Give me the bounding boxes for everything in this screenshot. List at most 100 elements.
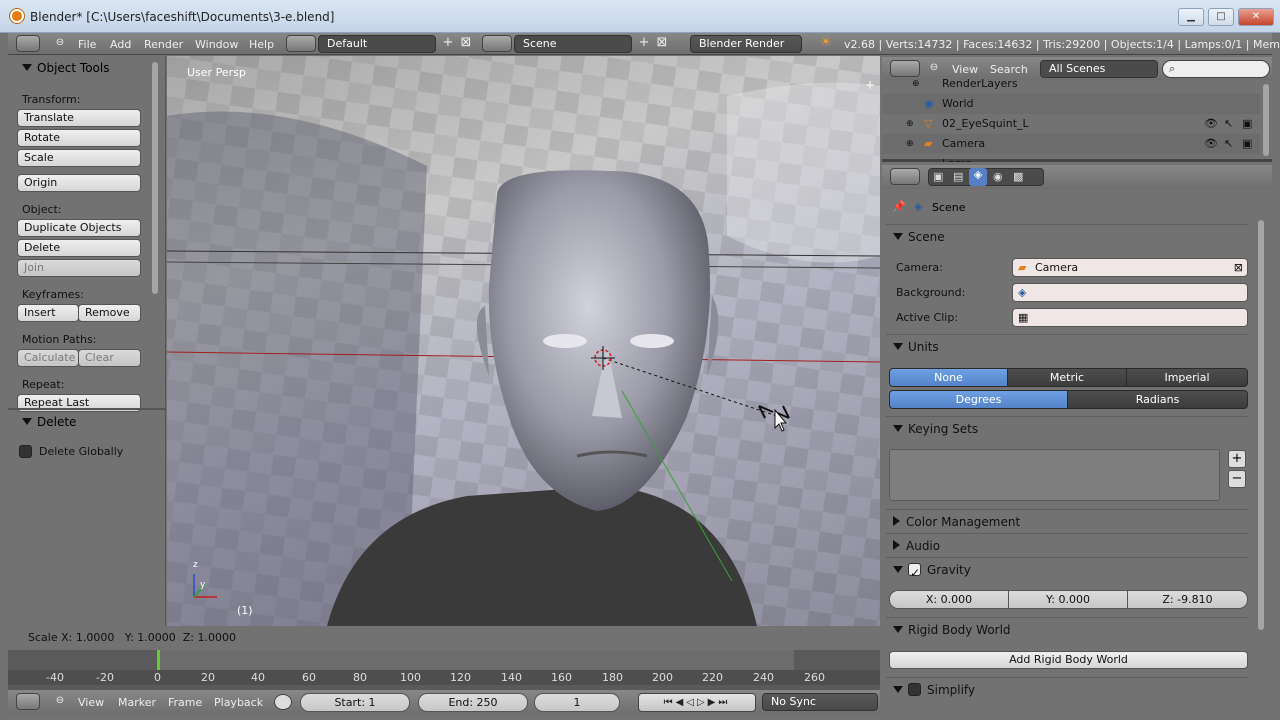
camera-field[interactable]: ▰ Camera ⊠ <box>1012 258 1248 277</box>
current-frame-field[interactable]: 1 <box>534 693 620 712</box>
screen-layout-icon[interactable] <box>286 35 316 52</box>
add-region-icon[interactable]: + <box>865 78 875 92</box>
scene-tab-icon[interactable]: ◈ <box>969 168 987 186</box>
tool-shelf-scrollbar[interactable] <box>152 62 158 294</box>
collapse-menu-icon[interactable]: ⊖ <box>52 694 68 710</box>
degrees-button[interactable]: Degrees <box>889 390 1068 409</box>
repeat-label: Repeat: <box>22 378 65 391</box>
add-rigid-body-world-button[interactable]: Add Rigid Body World <box>889 651 1248 669</box>
object-tools-header[interactable]: Object Tools <box>22 61 109 75</box>
render-layers-tab-icon[interactable]: ▤ <box>953 170 963 183</box>
gravity-panel-header[interactable]: Gravity <box>886 558 1248 585</box>
scene-icon: ◈ <box>1018 286 1027 299</box>
sync-clock-icon[interactable] <box>274 694 292 710</box>
pin-icon[interactable]: 📌 <box>892 200 906 213</box>
menu-view[interactable]: View <box>78 696 104 709</box>
gravity-x-field[interactable]: X: 0.000 <box>889 590 1009 609</box>
outliner-row[interactable]: ◉ World <box>882 94 1260 114</box>
playback-controls[interactable]: ⏮◀◁▷▶⏭ <box>638 693 756 712</box>
outliner-row[interactable]: ⊕ RenderLayers <box>882 74 1260 94</box>
layout-field[interactable]: Default <box>318 35 436 53</box>
menu-marker[interactable]: Marker <box>118 696 156 709</box>
texture-tab-icon[interactable]: ▩ <box>1013 170 1023 183</box>
visibility-eye-icon[interactable]: 👁 <box>1204 114 1218 134</box>
current-frame-indicator[interactable] <box>157 650 160 670</box>
world-tab-icon[interactable]: ◉ <box>993 170 1003 183</box>
menu-help[interactable]: Help <box>249 38 274 51</box>
join-button[interactable]: Join <box>17 259 141 277</box>
menu-window[interactable]: Window <box>195 38 238 51</box>
properties-scrollbar[interactable] <box>1258 220 1264 630</box>
editor-type-timeline-icon[interactable] <box>16 693 40 710</box>
visibility-eye-icon[interactable]: 👁 <box>1204 134 1218 154</box>
color-management-panel-header[interactable]: Color Management <box>886 510 1248 534</box>
collapse-menu-icon[interactable]: ⊖ <box>52 36 68 52</box>
clear-button[interactable]: Clear <box>78 349 141 367</box>
simplify-panel-header[interactable]: Simplify <box>886 678 1248 702</box>
remove-layout-icon[interactable]: ⊠ <box>458 36 474 52</box>
clear-x-icon[interactable]: ⊠ <box>1234 259 1243 276</box>
menu-playback[interactable]: Playback <box>214 696 263 709</box>
outliner[interactable]: ⊕ RenderLayers ◉ World ⊕ ▽ 02_EyeSquint_L 👁 ↖ ▣… <box>882 77 1272 162</box>
background-field[interactable]: ◈ <box>1012 283 1248 302</box>
outliner-row[interactable]: ⊕ ▰ Camera 👁 ↖ ▣ <box>882 134 1260 154</box>
editor-type-info-icon[interactable] <box>16 35 40 52</box>
minimize-button[interactable]: ▁ <box>1178 8 1204 26</box>
remove-scene-icon[interactable]: ⊠ <box>654 36 670 52</box>
render-camera-icon[interactable]: ▣ <box>1242 114 1252 134</box>
scene-field[interactable]: Scene <box>514 35 632 53</box>
operator-panel-header[interactable]: Delete <box>22 415 76 429</box>
add-keying-set-icon[interactable]: + <box>1228 450 1246 468</box>
unit-imperial-button[interactable]: Imperial <box>1126 368 1248 387</box>
add-layout-icon[interactable]: + <box>440 36 456 52</box>
start-frame-field[interactable]: Start: 1 <box>300 693 410 712</box>
active-clip-field[interactable]: ▦ <box>1012 308 1248 327</box>
timeline[interactable]: -40 -20 0 20 40 60 80 100 120 140 160 18… <box>8 650 880 690</box>
translate-button[interactable]: Translate <box>17 109 141 127</box>
rigid-body-panel-header[interactable]: Rigid Body World <box>886 618 1248 642</box>
keying-sets-list[interactable] <box>889 449 1220 501</box>
end-frame-field[interactable]: End: 250 <box>418 693 528 712</box>
simplify-checkbox[interactable] <box>908 683 921 696</box>
insert-keyframe-button[interactable]: Insert <box>17 304 79 322</box>
select-arrow-icon[interactable]: ↖ <box>1224 114 1233 134</box>
outliner-row[interactable]: ⊕ ▽ 02_EyeSquint_L 👁 ↖ ▣ <box>882 114 1260 134</box>
3d-viewport[interactable]: User Persp z y (1) + <box>167 56 880 626</box>
outliner-scrollbar[interactable] <box>1263 84 1269 156</box>
gravity-checkbox[interactable] <box>908 561 921 585</box>
close-button[interactable]: ✕ <box>1238 8 1274 26</box>
sync-mode-select[interactable]: No Sync <box>762 693 878 711</box>
unit-none-button[interactable]: None <box>889 368 1008 387</box>
rotate-button[interactable]: Rotate <box>17 129 141 147</box>
remove-keying-set-icon[interactable]: − <box>1228 470 1246 488</box>
keying-sets-panel-header[interactable]: Keying Sets <box>886 417 1248 441</box>
scene-icon[interactable] <box>482 35 512 52</box>
render-camera-icon[interactable]: ▣ <box>1242 134 1252 154</box>
calculate-button[interactable]: Calculate <box>17 349 79 367</box>
radians-button[interactable]: Radians <box>1067 390 1248 409</box>
units-panel-header[interactable]: Units <box>886 335 1248 359</box>
audio-panel-header[interactable]: Audio <box>886 534 1248 558</box>
duplicate-objects-button[interactable]: Duplicate Objects <box>17 219 141 237</box>
remove-keyframe-button[interactable]: Remove <box>78 304 141 322</box>
outliner-row[interactable]: Lamp <box>882 154 1260 162</box>
delete-globally-checkbox[interactable] <box>19 445 32 458</box>
gravity-z-field[interactable]: Z: -9.810 <box>1127 590 1248 609</box>
collapse-triangle-icon <box>22 64 32 71</box>
scene-panel-header[interactable]: Scene <box>886 225 1248 249</box>
scale-button[interactable]: Scale <box>17 149 141 167</box>
menu-add[interactable]: Add <box>110 38 131 51</box>
render-engine-select[interactable]: Blender Render <box>690 35 802 53</box>
menu-render[interactable]: Render <box>144 38 183 51</box>
menu-file[interactable]: File <box>78 38 96 51</box>
maximize-button[interactable]: □ <box>1208 8 1234 26</box>
unit-metric-button[interactable]: Metric <box>1007 368 1127 387</box>
add-scene-icon[interactable]: + <box>636 36 652 52</box>
editor-type-properties-icon[interactable] <box>890 168 920 185</box>
delete-button[interactable]: Delete <box>17 239 141 257</box>
origin-button[interactable]: Origin <box>17 174 141 192</box>
menu-frame[interactable]: Frame <box>168 696 202 709</box>
select-arrow-icon[interactable]: ↖ <box>1224 134 1233 154</box>
gravity-y-field[interactable]: Y: 0.000 <box>1008 590 1128 609</box>
render-tab-icon[interactable]: ▣ <box>933 170 943 183</box>
